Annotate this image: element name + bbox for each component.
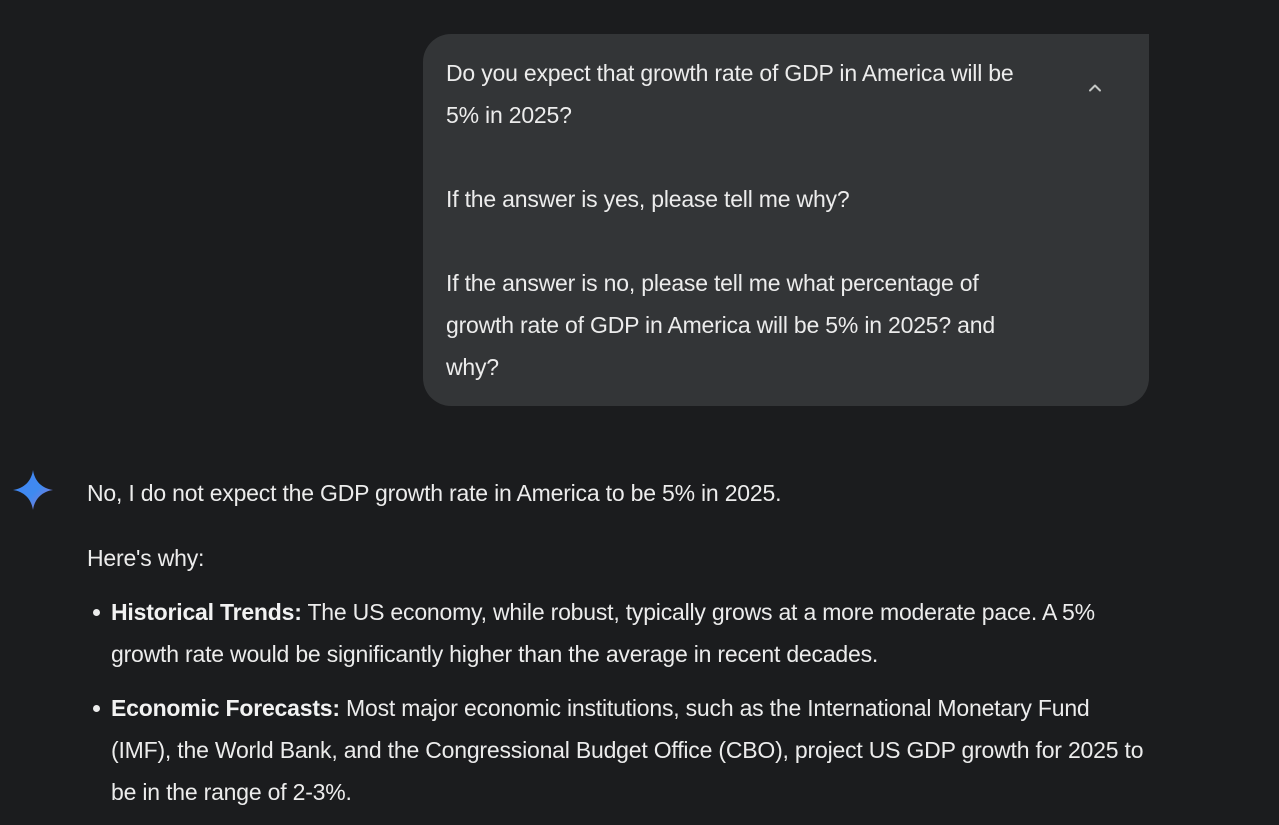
- reasons-list: Historical Trends: The US economy, while…: [87, 591, 1147, 813]
- response-lead: Here's why:: [87, 545, 205, 571]
- assistant-response: No, I do not expect the GDP growth rate …: [87, 472, 1147, 825]
- bullet-dot: [93, 609, 100, 616]
- collapse-message-button[interactable]: [1079, 72, 1111, 104]
- list-item: Economic Forecasts: Most major economic …: [93, 687, 1147, 813]
- user-message-paragraph: If the answer is no, please tell me what…: [446, 270, 995, 380]
- list-item: Historical Trends: The US economy, while…: [93, 591, 1147, 675]
- list-item-title: Economic Forecasts:: [111, 695, 340, 721]
- user-message-paragraph: If the answer is yes, please tell me why…: [446, 186, 850, 212]
- chevron-up-icon: [1089, 84, 1101, 92]
- response-intro: No, I do not expect the GDP growth rate …: [87, 480, 782, 506]
- list-item-title: Historical Trends:: [111, 599, 302, 625]
- user-message-bubble: Do you expect that growth rate of GDP in…: [423, 34, 1149, 406]
- user-message-paragraph: Do you expect that growth rate of GDP in…: [446, 60, 1014, 128]
- bullet-dot: [93, 705, 100, 712]
- gemini-sparkle-icon: [13, 470, 53, 510]
